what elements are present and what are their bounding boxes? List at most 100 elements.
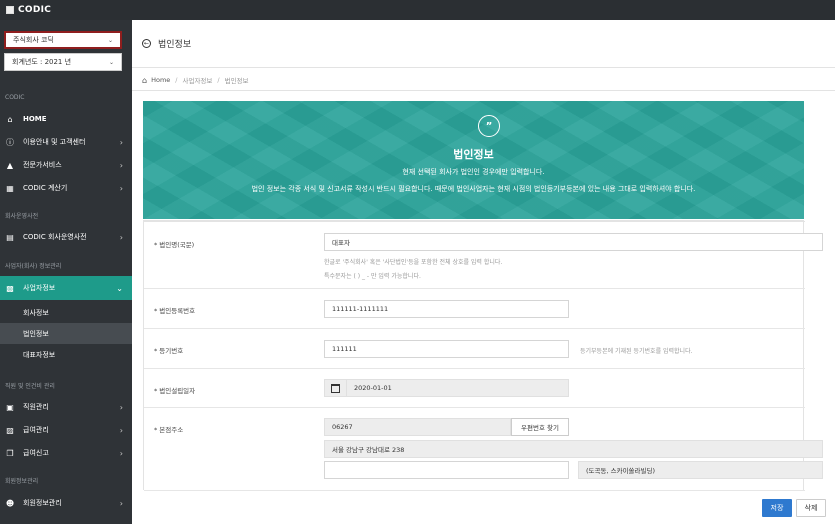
banner-text-1: 현재 선택된 회사가 법인인 경우에만 입력합니다. [402, 168, 545, 176]
form-row-established: * 법인설립일자 2020-01-01 [144, 369, 805, 408]
breadcrumb-home[interactable]: Home [151, 76, 170, 84]
address-extra-input[interactable]: (도곡동, 스카이쏠라빌딩) [578, 461, 823, 479]
sidebar-subitem-label: 법인정보 [23, 329, 49, 338]
calendar-icon[interactable] [324, 379, 346, 397]
sidebar-item-business[interactable]: ▩ 사업자정보 ⌄ [0, 276, 132, 300]
form-row-reg-no: * 등기번호 111111 등기부등본에 기재된 등기번호를 입력합니다. [144, 329, 805, 369]
chevron-right-icon: › [119, 232, 123, 242]
established-label: 법인설립일자 [159, 387, 196, 395]
building-icon: ▩ [6, 283, 14, 293]
calculator-icon: ▦ [6, 183, 14, 193]
section-label-business: 사업자(회사) 정보관리 [5, 263, 62, 270]
company-select[interactable]: 주식회사 코딕 ⌄ [4, 31, 122, 49]
logo-icon [6, 6, 14, 14]
sidebar-item-label: 회원정보관리 [23, 499, 62, 507]
chevron-right-icon: › [119, 183, 123, 193]
year-select[interactable]: 회계년도 : 2021 년 ⌄ [4, 53, 122, 71]
sidebar-item-label: 급여신고 [23, 449, 49, 457]
back-arrow-icon[interactable]: ← [142, 39, 151, 48]
book-icon: ▤ [6, 232, 14, 242]
quote-icon: ” [478, 115, 500, 137]
brand-name: CODIC [18, 5, 52, 15]
page-header: ← 법인정보 [132, 20, 835, 68]
established-date-input[interactable]: 2020-01-01 [346, 379, 569, 397]
sidebar-item-label: 이용안내 및 고객센터 [23, 138, 86, 146]
sidebar-item-expert[interactable]: ▲ 전문가서비스 › [0, 154, 132, 176]
sidebar-item-label: 사업자정보 [23, 284, 56, 292]
section-label-hr: 직원 및 인건비 관리 [5, 383, 55, 390]
form-row-corp-name: * 법인명(국문) 대표자 한글로 '주식회사' 혹은 '사단법인'등을 포함한 … [144, 221, 823, 289]
banner-text-2: 법인 정보는 각종 서식 및 신고서류 작성시 반드시 필요합니다. 때문에 법… [251, 185, 696, 193]
form-row-corp-reg-no: * 법인등록번호 111111-1111111 [144, 289, 805, 329]
sidebar-item-payroll[interactable]: ▨ 급여관리 › [0, 419, 132, 441]
breadcrumb-current: 법인정보 [224, 77, 249, 85]
section-label-company: 회사운영사전 [5, 213, 39, 220]
main-content: ← 법인정보 ⌂ Home / 사업자정보 / 법인정보 ” 법인정보 현재 선… [132, 20, 835, 524]
corp-name-label: 법인명(국문) [159, 241, 195, 249]
breadcrumb-business[interactable]: 사업자정보 [182, 75, 212, 85]
banner-title: 법인정보 [453, 148, 494, 161]
sidebar-item-label: CODIC 계산기 [23, 184, 68, 192]
info-banner: ” 법인정보 현재 선택된 회사가 법인인 경우에만 입력합니다. 법인 정보는… [143, 101, 804, 219]
info-icon: ⓘ [6, 137, 14, 147]
sidebar-item-home[interactable]: ⌂ HOME [0, 108, 132, 130]
sidebar-item-member[interactable]: ☻ 회원정보관리 › [0, 492, 132, 514]
user-gear-icon: ☻ [5, 498, 15, 508]
zipcode-input[interactable]: 06267 [324, 418, 511, 436]
sidebar-subitem-company-info[interactable]: 회사정보 [0, 302, 132, 323]
sidebar-item-calculator[interactable]: ▦ CODIC 계산기 › [0, 177, 132, 199]
graduation-cap-icon: ▲ [6, 160, 14, 170]
reg-no-input[interactable]: 111111 [324, 340, 569, 358]
sidebar-item-label: 전문가서비스 [23, 161, 62, 169]
corp-info-form: * 법인명(국문) 대표자 한글로 '주식회사' 혹은 '사단법인'등을 포함한 … [143, 220, 823, 491]
copy-icon: ❐ [6, 448, 14, 458]
divider [132, 90, 835, 91]
sidebar-item-label: 급여관리 [23, 426, 49, 434]
sidebar-item-label: HOME [23, 115, 47, 123]
wallet-icon: ▨ [6, 425, 14, 435]
breadcrumb: ⌂ Home / 사업자정보 / 법인정보 [142, 75, 249, 86]
chevron-right-icon: › [119, 137, 123, 147]
reg-no-help: 등기부등본에 기재된 등기번호를 입력합니다. [580, 348, 693, 355]
reg-no-label: 등기번호 [159, 347, 184, 355]
section-label-codic: CODIC [5, 94, 25, 101]
company-select-value: 주식회사 코딕 [13, 36, 54, 44]
sidebar-item-company-dict[interactable]: ▤ CODIC 회사운영사전 › [0, 226, 132, 248]
address-line1-input[interactable]: 서울 강남구 강남대로 238 [324, 440, 823, 458]
sidebar-subitem-label: 회사정보 [23, 308, 49, 317]
chevron-right-icon: › [119, 498, 123, 508]
chevron-right-icon: › [119, 448, 123, 458]
year-select-value: 회계년도 : 2021 년 [12, 58, 72, 66]
address-label: 본점주소 [159, 426, 184, 434]
find-zipcode-button[interactable]: 우편번호 찾기 [511, 418, 569, 436]
chevron-right-icon: › [119, 425, 123, 435]
home-icon: ⌂ [142, 75, 148, 85]
sidebar-item-guide[interactable]: ⓘ 이용안내 및 고객센터 › [0, 131, 132, 153]
sidebar-subitem-corp-info[interactable]: 법인정보 [0, 323, 132, 344]
sidebar-item-employees[interactable]: ▣ 직원관리 › [0, 396, 132, 418]
sidebar: 주식회사 코딕 ⌄ 회계년도 : 2021 년 ⌄ CODIC ⌂ HOME ⓘ… [0, 20, 132, 524]
sidebar-item-label: 직원관리 [23, 403, 49, 411]
top-bar: CODIC [0, 0, 835, 20]
chevron-down-icon: ⌄ [108, 58, 114, 66]
corp-name-help-2: 특수문자는 ( ) _ - 만 입력 가능합니다. [324, 273, 421, 280]
corp-name-input[interactable]: 대표자 [324, 233, 823, 251]
corp-reg-no-label: 법인등록번호 [159, 307, 196, 315]
id-card-icon: ▣ [6, 402, 14, 412]
sidebar-subitem-ceo-info[interactable]: 대표자정보 [0, 344, 132, 365]
form-row-address: * 본점주소 06267 우편번호 찾기 서울 강남구 강남대로 238 (도곡동… [144, 408, 823, 491]
sidebar-item-payroll-report[interactable]: ❐ 급여신고 › [0, 442, 132, 464]
home-icon: ⌂ [7, 114, 13, 124]
page-title: 법인정보 [158, 40, 192, 50]
chevron-right-icon: › [119, 402, 123, 412]
save-button[interactable]: 저장 [762, 499, 792, 517]
delete-button[interactable]: 삭제 [796, 499, 826, 517]
sidebar-subitem-label: 대표자정보 [23, 350, 56, 359]
address-line2-input[interactable] [324, 461, 569, 479]
section-label-member: 회원정보관리 [5, 478, 39, 485]
sidebar-item-label: CODIC 회사운영사전 [23, 233, 87, 241]
corp-reg-no-input[interactable]: 111111-1111111 [324, 300, 569, 318]
chevron-right-icon: › [119, 160, 123, 170]
corp-name-help-1: 한글로 '주식회사' 혹은 '사단법인'등을 포함한 전체 상호를 입력 합니다… [324, 259, 503, 266]
chevron-down-icon: ⌄ [107, 36, 113, 44]
